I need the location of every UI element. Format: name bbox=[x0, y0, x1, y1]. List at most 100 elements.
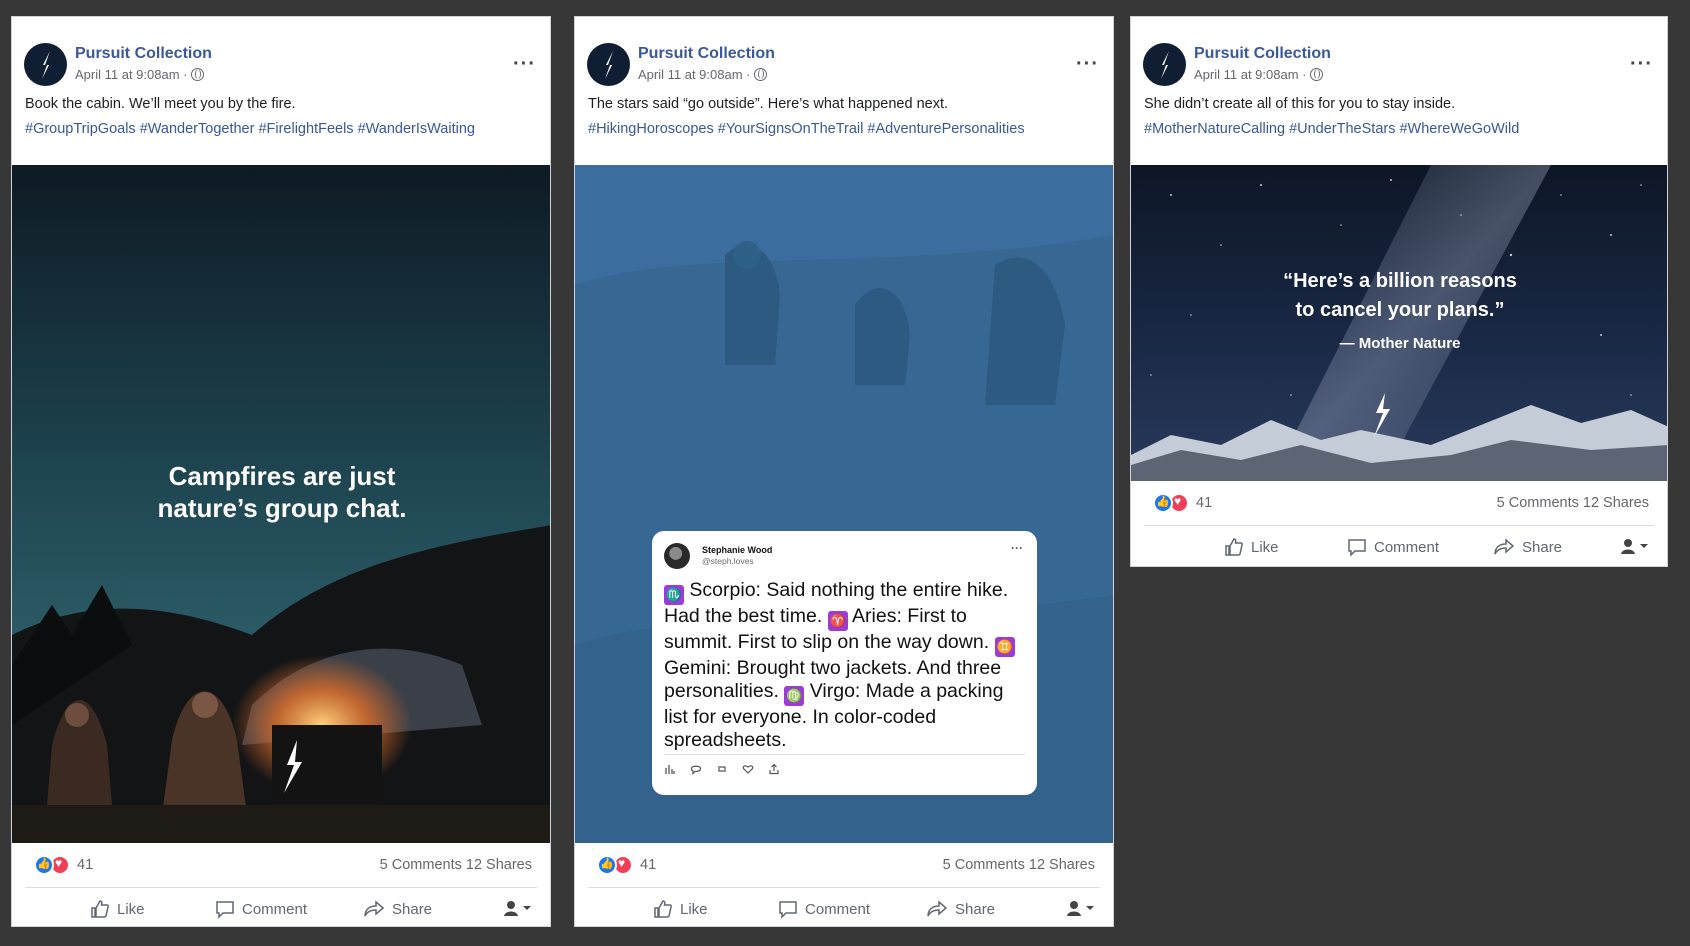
post-action-bar: Like Comment Share bbox=[1144, 525, 1654, 566]
post-timestamp[interactable]: April 11 at 9:08am · bbox=[638, 67, 767, 82]
like-label: Like bbox=[117, 900, 145, 918]
post-date: April 11 at 9:08am bbox=[1194, 67, 1299, 82]
compass-logo-icon bbox=[604, 50, 613, 79]
comments-shares-count[interactable]: 5 Comments 12 Shares bbox=[943, 857, 1095, 873]
overlay-line-1: Campfires are just bbox=[168, 461, 396, 491]
post-date: April 11 at 9:08am bbox=[75, 67, 180, 82]
profile-chevron-down-icon bbox=[1621, 539, 1648, 554]
comment-button[interactable]: Comment bbox=[778, 899, 870, 919]
post-action-bar: Like Comment Share bbox=[588, 887, 1100, 926]
share-button[interactable]: Share bbox=[926, 899, 995, 919]
reaction-summary[interactable]: 41 bbox=[597, 855, 656, 875]
post-header: Pursuit Collection April 11 at 9:08am · … bbox=[12, 17, 550, 165]
share-arrow-icon bbox=[927, 900, 948, 917]
page-name-link[interactable]: Pursuit Collection bbox=[638, 45, 775, 63]
page-avatar[interactable] bbox=[24, 43, 67, 86]
tweet-retweet-icon[interactable] bbox=[716, 763, 728, 775]
like-reaction-icon bbox=[34, 855, 54, 875]
tweet-divider bbox=[664, 754, 1025, 755]
comments-shares-count[interactable]: 5 Comments 12 Shares bbox=[1497, 495, 1649, 511]
scorpio-sign-icon: ♏ bbox=[664, 585, 684, 605]
tweet-reply-icon[interactable] bbox=[690, 763, 702, 775]
post-caption: Book the cabin. We’ll meet you by the fi… bbox=[25, 96, 296, 112]
tweet-like-heart-icon[interactable] bbox=[742, 763, 754, 775]
comment-button[interactable]: Comment bbox=[215, 899, 307, 919]
reaction-summary[interactable]: 41 bbox=[34, 855, 93, 875]
post-stats: 41 5 Comments 12 Shares bbox=[575, 843, 1113, 887]
share-arrow-icon bbox=[1494, 538, 1515, 555]
quote-line-2: to cancel your plans.” bbox=[1295, 299, 1505, 321]
globe-icon bbox=[190, 68, 204, 81]
embedded-tweet-card[interactable]: Stephanie Wood @steph.loves ··· ♏ Scorpi… bbox=[652, 531, 1037, 795]
tweet-author-handle[interactable]: @steph.loves bbox=[702, 556, 754, 566]
more-options-button[interactable]: ··· bbox=[1630, 53, 1653, 76]
more-options-button[interactable]: ··· bbox=[1076, 53, 1099, 76]
compass-logo-icon bbox=[41, 50, 50, 79]
overlay-line-2: nature’s group chat. bbox=[157, 493, 407, 523]
compass-logo-icon bbox=[1160, 50, 1169, 79]
post-stats: 41 5 Comments 12 Shares bbox=[12, 843, 550, 887]
profile-chevron-down-icon bbox=[1067, 901, 1094, 916]
share-label: Share bbox=[955, 900, 996, 918]
like-label: Like bbox=[680, 900, 708, 918]
tweet-analytics-icon[interactable] bbox=[664, 763, 676, 775]
tweet-text: ♏ Scorpio: Said nothing the entire hike.… bbox=[664, 579, 1024, 752]
comment-button[interactable]: Comment bbox=[1347, 537, 1439, 557]
post-image-hikers[interactable]: Stephanie Wood @steph.loves ··· ♏ Scorpi… bbox=[575, 165, 1113, 843]
post-image-campfire[interactable]: Campfires are just nature’s group chat. bbox=[12, 165, 550, 843]
audience-selector[interactable] bbox=[503, 899, 533, 917]
reaction-count: 41 bbox=[640, 857, 657, 873]
tweet-action-row bbox=[664, 763, 780, 775]
gemini-sign-icon: ♊ bbox=[994, 637, 1015, 657]
thumbs-up-icon bbox=[91, 900, 109, 918]
reaction-count: 41 bbox=[77, 857, 94, 873]
image-overlay-text: Campfires are just nature’s group chat. bbox=[12, 460, 550, 524]
page-name-link[interactable]: Pursuit Collection bbox=[1194, 45, 1331, 63]
profile-chevron-down-icon bbox=[504, 901, 531, 916]
globe-icon bbox=[753, 68, 767, 81]
post-stats: 41 5 Comments 12 Shares bbox=[1131, 481, 1667, 525]
page-avatar[interactable] bbox=[1143, 43, 1186, 86]
tweet-share-upload-icon[interactable] bbox=[768, 763, 780, 775]
post-hashtags[interactable]: #MotherNatureCalling #UnderTheStars #Whe… bbox=[1144, 121, 1519, 137]
comments-shares-count[interactable]: 5 Comments 12 Shares bbox=[380, 857, 532, 873]
post-image-starry-sky[interactable]: “Here’s a billion reasons to cancel your… bbox=[1131, 165, 1667, 481]
post-card-campfire: Pursuit Collection April 11 at 9:08am · … bbox=[11, 16, 551, 927]
comment-icon bbox=[779, 901, 797, 919]
page-name-link[interactable]: Pursuit Collection bbox=[75, 45, 212, 63]
tweet-more-button[interactable]: ··· bbox=[1011, 541, 1023, 555]
like-reaction-icon bbox=[1153, 493, 1173, 513]
reaction-summary[interactable]: 41 bbox=[1153, 493, 1212, 513]
post-date: April 11 at 9:08am bbox=[638, 67, 743, 82]
post-card-horoscopes: Pursuit Collection April 11 at 9:08am · … bbox=[574, 16, 1114, 927]
post-hashtags[interactable]: #GroupTripGoals #WanderTogether #Firelig… bbox=[25, 121, 475, 137]
comment-label: Comment bbox=[242, 900, 308, 918]
virgo-sign-icon: ♍ bbox=[784, 686, 805, 706]
comment-icon bbox=[216, 901, 234, 919]
like-reaction-icon bbox=[597, 855, 617, 875]
thumbs-up-icon bbox=[654, 900, 672, 918]
page-avatar[interactable] bbox=[587, 43, 630, 86]
more-options-button[interactable]: ··· bbox=[513, 53, 536, 76]
like-label: Like bbox=[1251, 538, 1279, 556]
post-hashtags[interactable]: #HikingHoroscopes #YourSignsOnTheTrail #… bbox=[588, 121, 1025, 137]
post-card-mother-nature: Pursuit Collection April 11 at 9:08am · … bbox=[1130, 16, 1668, 567]
quote-attribution: — Mother Nature bbox=[1339, 335, 1461, 352]
post-header: Pursuit Collection April 11 at 9:08am · … bbox=[575, 17, 1113, 165]
post-timestamp[interactable]: April 11 at 9:08am · bbox=[1194, 67, 1323, 82]
share-button[interactable]: Share bbox=[1493, 537, 1562, 557]
like-button[interactable]: Like bbox=[90, 899, 145, 919]
share-label: Share bbox=[392, 900, 433, 918]
share-button[interactable]: Share bbox=[363, 899, 432, 919]
like-button[interactable]: Like bbox=[653, 899, 708, 919]
audience-selector[interactable] bbox=[1066, 899, 1096, 917]
post-action-bar: Like Comment Share bbox=[25, 887, 537, 926]
like-button[interactable]: Like bbox=[1224, 537, 1279, 557]
post-timestamp[interactable]: April 11 at 9:08am · bbox=[75, 67, 204, 82]
share-arrow-icon bbox=[364, 900, 385, 917]
thumbs-up-icon bbox=[1225, 538, 1243, 556]
audience-selector[interactable] bbox=[1620, 537, 1650, 555]
tweet-author-avatar[interactable] bbox=[664, 543, 690, 569]
tweet-author-name[interactable]: Stephanie Wood bbox=[702, 545, 772, 555]
reaction-count: 41 bbox=[1196, 495, 1213, 511]
